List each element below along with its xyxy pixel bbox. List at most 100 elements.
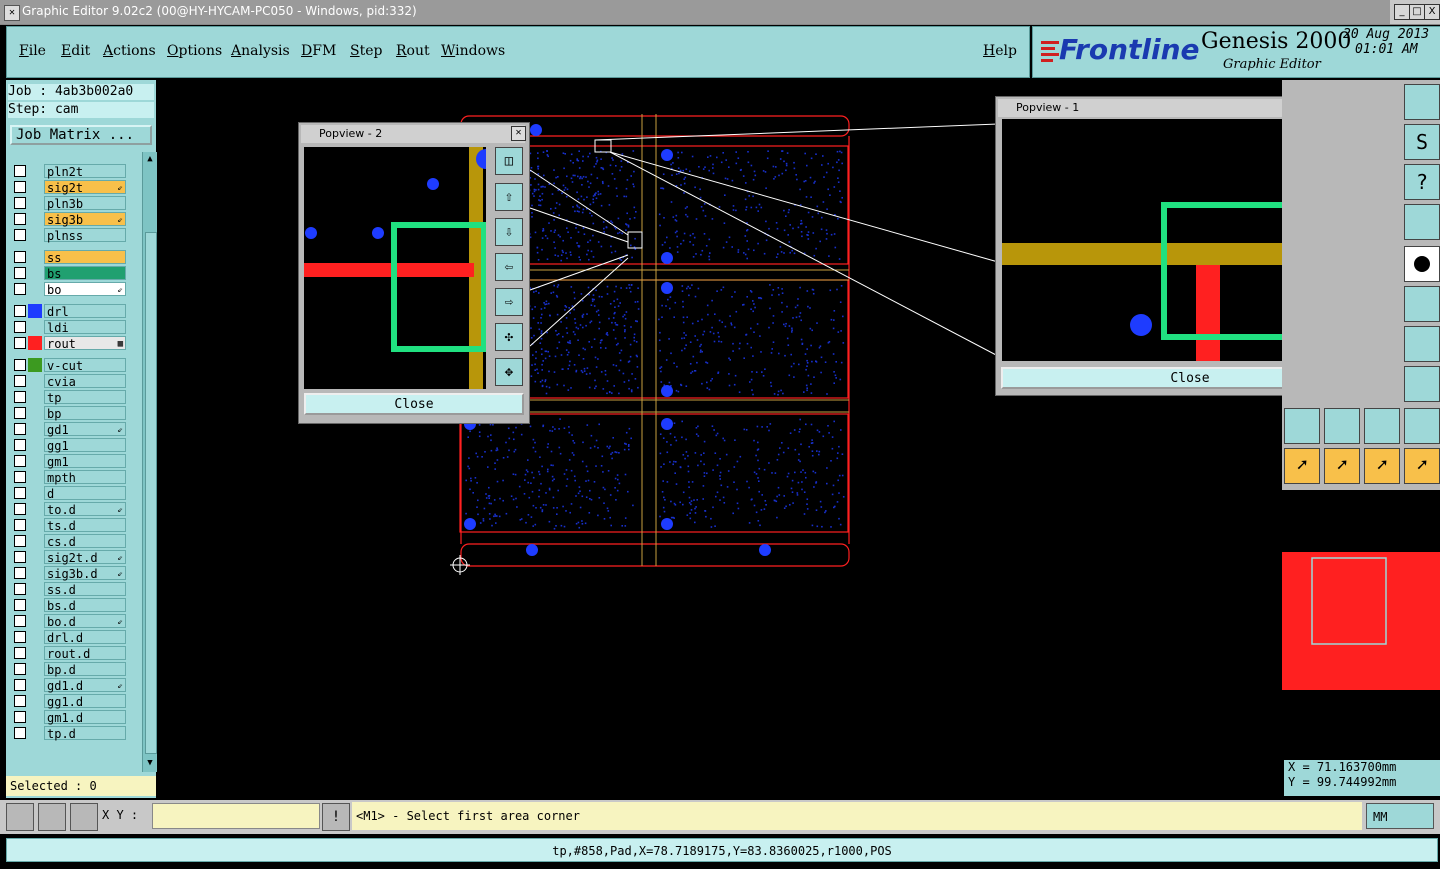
maximize-button[interactable]: □ — [1409, 4, 1425, 20]
scroll-down-icon[interactable]: ▼ — [144, 758, 156, 768]
layer-row-bo-d[interactable]: bo.d ⇙ — [8, 614, 132, 629]
overview-panel[interactable] — [1282, 490, 1440, 760]
layer-row-sig2t[interactable]: sig2t ⇙ — [8, 180, 132, 195]
layer-row-plnss[interactable]: plnss — [8, 228, 132, 243]
layer-checkbox[interactable] — [14, 321, 26, 333]
layer-checkbox[interactable] — [14, 567, 26, 579]
zoom-home-icon[interactable]: ◫ — [495, 147, 523, 175]
layer-name[interactable]: bo ⇙ — [44, 282, 126, 297]
layer-row-cvia[interactable]: cvia — [8, 374, 132, 389]
layer-row-gd1-d[interactable]: gd1.d ⇙ — [8, 678, 132, 693]
grid-icon[interactable] — [70, 803, 98, 831]
layer-checkbox[interactable] — [14, 305, 26, 317]
select-box-icon[interactable]: ➚ — [1324, 448, 1360, 484]
zoom-out-icon[interactable]: ✥ — [495, 358, 523, 386]
layer-name[interactable]: ldi — [44, 320, 126, 335]
layer-checkbox[interactable] — [14, 197, 26, 209]
layer-checkbox[interactable] — [14, 519, 26, 531]
layer-name[interactable]: tp.d — [44, 726, 126, 741]
layer-name[interactable]: gd1.d ⇙ — [44, 678, 126, 693]
select-icon[interactable]: ➚ — [1284, 448, 1320, 484]
layer-name[interactable]: plnss — [44, 228, 126, 243]
layer-row-bo[interactable]: bo ⇙ — [8, 282, 132, 297]
triangle-b-icon[interactable] — [1324, 408, 1360, 444]
layer-checkbox[interactable] — [14, 599, 26, 611]
layer-row-gm1-d[interactable]: gm1.d — [8, 710, 132, 725]
layer-row-bp[interactable]: bp — [8, 406, 132, 421]
xy-input[interactable] — [152, 803, 320, 829]
layer-name[interactable]: tp — [44, 390, 126, 405]
layer-name[interactable]: rout ▦ — [44, 336, 126, 351]
help-icon[interactable]: ? — [1404, 164, 1440, 200]
pan-left-icon[interactable]: ⇦ — [495, 253, 523, 281]
layer-checkbox[interactable] — [14, 631, 26, 643]
layer-checkbox[interactable] — [14, 181, 26, 193]
pad-icon[interactable] — [1404, 246, 1440, 282]
layer-row-ldi[interactable]: ldi — [8, 320, 132, 335]
menu-analysis[interactable]: Analysis — [231, 43, 290, 59]
layer-checkbox[interactable] — [14, 391, 26, 403]
triangle-d-icon[interactable] — [1404, 408, 1440, 444]
layer-name[interactable]: bs.d — [44, 598, 126, 613]
pan-up-icon[interactable]: ⇧ — [495, 183, 523, 211]
layer-name[interactable]: rout.d — [44, 646, 126, 661]
layer-checkbox[interactable] — [14, 283, 26, 295]
layer-name[interactable]: drl.d — [44, 630, 126, 645]
layer-checkbox[interactable] — [14, 423, 26, 435]
zoom-area-icon[interactable] — [6, 803, 34, 831]
layer-name[interactable]: bp — [44, 406, 126, 421]
menu-rout[interactable]: Rout — [396, 43, 430, 59]
layer-name[interactable]: ss — [44, 250, 126, 265]
layer-checkbox[interactable] — [14, 711, 26, 723]
layer-row-gd1[interactable]: gd1 ⇙ — [8, 422, 132, 437]
layer-checkbox[interactable] — [14, 375, 26, 387]
layer-checkbox[interactable] — [14, 165, 26, 177]
layer-row-pln2t[interactable]: pln2t — [8, 164, 132, 179]
layer-name[interactable]: cs.d — [44, 534, 126, 549]
layer-row-ss[interactable]: ss — [8, 250, 132, 265]
layer-checkbox[interactable] — [14, 213, 26, 225]
layer-row-d[interactable]: d — [8, 486, 132, 501]
layer-row-bs[interactable]: bs — [8, 266, 132, 281]
layer-name[interactable]: bo.d ⇙ — [44, 614, 126, 629]
layer-row-rout-d[interactable]: rout.d — [8, 646, 132, 661]
layer-row-gg1[interactable]: gg1 — [8, 438, 132, 453]
layer-checkbox[interactable] — [14, 583, 26, 595]
layer-compare-icon[interactable] — [1404, 326, 1440, 362]
triangle-a-icon[interactable] — [1284, 408, 1320, 444]
layer-row-gm1[interactable]: gm1 — [8, 454, 132, 469]
units-select[interactable]: MM — [1366, 803, 1434, 829]
layer-row-drl[interactable]: drl — [8, 304, 132, 319]
layer-checkbox[interactable] — [14, 471, 26, 483]
layer-name[interactable]: gd1 ⇙ — [44, 422, 126, 437]
layer-name[interactable]: bp.d — [44, 662, 126, 677]
layer-name[interactable]: gm1.d — [44, 710, 126, 725]
layer-name[interactable]: d — [44, 486, 126, 501]
select-poly-icon[interactable]: ➚ — [1364, 448, 1400, 484]
layer-row-pln3b[interactable]: pln3b — [8, 196, 132, 211]
layer-checkbox[interactable] — [14, 439, 26, 451]
layer-row-to-d[interactable]: to.d ⇙ — [8, 502, 132, 517]
layer-name[interactable]: to.d ⇙ — [44, 502, 126, 517]
layer-name[interactable]: gg1.d — [44, 694, 126, 709]
layer-row-cs-d[interactable]: cs.d — [8, 534, 132, 549]
select-net-icon[interactable]: ➚ — [1404, 448, 1440, 484]
menu-actions[interactable]: Actions — [103, 43, 156, 59]
scroll-thumb[interactable] — [145, 232, 157, 754]
menu-dfm[interactable]: DFM — [301, 43, 336, 59]
layer-name[interactable]: drl — [44, 304, 126, 319]
net-icon[interactable] — [1404, 204, 1440, 240]
layer-name[interactable]: v-cut — [44, 358, 126, 373]
layer-row-sig3b[interactable]: sig3b ⇙ — [8, 212, 132, 227]
info-icon[interactable]: ! — [322, 803, 350, 831]
popview-2-close-icon[interactable]: ✕ — [511, 126, 526, 141]
menu-file[interactable]: File — [19, 43, 46, 59]
layer-row-sig2t-d[interactable]: sig2t.d ⇙ — [8, 550, 132, 565]
layer-checkbox[interactable] — [14, 695, 26, 707]
layer-checkbox[interactable] — [14, 229, 26, 241]
layer-checkbox[interactable] — [14, 359, 26, 371]
zoom-fit-icon[interactable] — [38, 803, 66, 831]
zoom-in-icon[interactable]: ✣ — [495, 323, 523, 351]
close-window-button[interactable]: X — [1424, 4, 1440, 20]
layer-name[interactable]: cvia — [44, 374, 126, 389]
